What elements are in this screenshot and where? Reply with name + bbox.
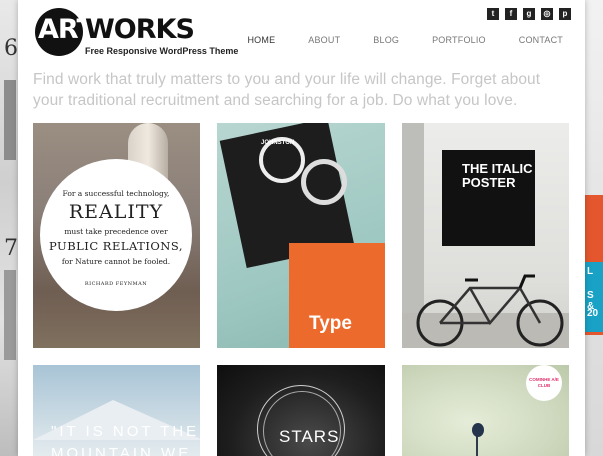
portfolio-item-feynman-quote[interactable]: For a successful technology, REALITY mus… [33,123,200,348]
bg-text: L [587,266,594,277]
logo-tagline: Free Responsive WordPress Theme [85,46,239,56]
background-right-strip: L S & 20 [585,0,603,456]
bird-image [472,423,484,437]
twitter-icon[interactable]: t [487,8,499,20]
type-text: Type [309,313,352,334]
facebook-icon[interactable]: f [505,8,517,20]
nav-portfolio[interactable]: PORTFOLIO [432,35,486,45]
site-logo[interactable]: ART WORKS Free Responsive WordPress Them… [35,8,238,58]
bg-thumbnail [4,80,16,160]
mountain-quote: "IT IS NOT THE MOUNTAIN WE [51,423,200,456]
quote-author: RICHARD FEYNMAN [84,281,148,287]
logo-works: WORKS [85,14,195,45]
portfolio-item-mountain[interactable]: "IT IS NOT THE MOUNTAIN WE [33,365,200,456]
portfolio-item-bird[interactable]: COMINHE A/E CLUB [402,365,569,456]
club-badge: COMINHE A/E CLUB [526,365,562,401]
bg-blue-block: L S & 20 [585,262,603,332]
pinterest-icon[interactable]: p [559,8,571,20]
theme-preview-page: ART WORKS Free Responsive WordPress Them… [18,0,585,456]
quote-line: must take precedence over [64,227,168,236]
bg-text: 20 [587,308,599,319]
dribbble-icon[interactable]: ◎ [541,8,553,20]
portfolio-item-johnston-type[interactable]: JOHNSTON Type [217,123,385,348]
nav-home[interactable]: HOME [247,35,275,45]
ring-graphic [301,159,347,205]
poster-title: THE ITALIC POSTER [462,161,533,190]
stars-title: STARS [279,427,340,446]
nav-blog[interactable]: BLOG [373,35,399,45]
nav-about[interactable]: ABOUT [308,35,340,45]
portfolio-item-italic-poster[interactable]: THE ITALIC POSTER [402,123,569,348]
bg-thumbnail [4,270,16,360]
google-plus-icon[interactable]: g [523,8,535,20]
quote-line: For a successful technology, [62,189,170,198]
quote-circle: For a successful technology, REALITY mus… [40,159,192,311]
bg-number: 6 [4,36,18,61]
bicycle-image [416,274,564,347]
nav-contact[interactable]: CONTACT [519,35,563,45]
quote-line: for Nature cannot be fooled. [61,257,171,266]
italic-poster: THE ITALIC POSTER [442,150,535,246]
quote-line: REALITY [68,201,164,223]
poster-label: JOHNSTON [261,140,295,146]
intro-text: Find work that truly matters to you and … [33,71,541,109]
portfolio-item-stars[interactable]: STARS [217,365,385,456]
main-nav: HOME ABOUT BLOG PORTFOLIO CONTACT [214,35,563,45]
quote-line: PUBLIC RELATIONS, [48,239,183,253]
background-left-strip: 6 7 [0,0,18,456]
bg-number: 7 [4,236,18,261]
social-icons: t f g ◎ p [487,8,571,20]
